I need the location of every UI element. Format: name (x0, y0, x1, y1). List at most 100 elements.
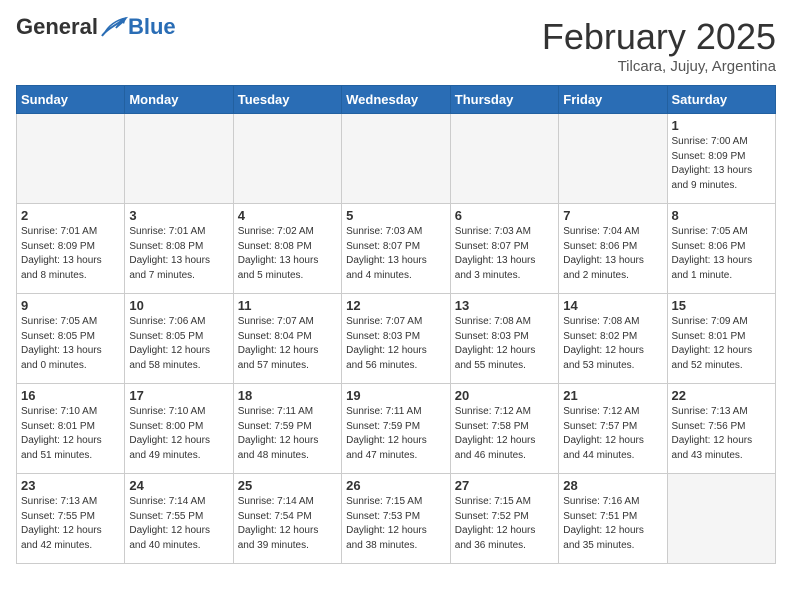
calendar-day-cell: 8 Sunrise: 7:05 AM Sunset: 8:06 PM Daylig… (667, 204, 775, 294)
calendar-day-cell: 26Sunrise: 7:15 AM Sunset: 7:53 PM Dayli… (342, 474, 451, 564)
calendar-day-cell: 14 Sunrise: 7:08 AM Sunset: 8:02 PM Dayli… (559, 294, 667, 384)
day-info: Sunrise: 7:13 AM Sunset: 7:55 PM Dayligh… (21, 495, 120, 553)
weekday-header-tuesday: Tuesday (233, 86, 341, 114)
logo-blue: Blue (128, 16, 176, 38)
day-number: 21 (563, 388, 662, 403)
calendar-day-cell: 4 Sunrise: 7:02 AM Sunset: 8:08 PM Daylig… (233, 204, 341, 294)
calendar-day-cell: 15 Sunrise: 7:09 AM Sunset: 8:01 PM Dayli… (667, 294, 775, 384)
weekday-header-sunday: Sunday (17, 86, 125, 114)
day-number: 3 (129, 208, 228, 223)
day-number: 28 (563, 478, 662, 493)
day-number: 19 (346, 388, 446, 403)
day-info: Sunrise: 7:13 AM Sunset: 7:56 PM Dayligh… (672, 405, 771, 463)
day-number: 13 (455, 298, 554, 313)
calendar-day-cell: 7 Sunrise: 7:04 AM Sunset: 8:06 PM Daylig… (559, 204, 667, 294)
weekday-header-friday: Friday (559, 86, 667, 114)
day-info: Sunrise: 7:15 AM Sunset: 7:52 PM Dayligh… (455, 495, 554, 553)
calendar-day-cell: 10Sunrise: 7:06 AM Sunset: 8:05 PM Dayli… (125, 294, 233, 384)
page-header: General Blue February 2025 Tilcara, Juju… (16, 16, 776, 75)
logo-general: General (16, 16, 98, 38)
day-info: Sunrise: 7:14 AM Sunset: 7:55 PM Dayligh… (129, 495, 228, 553)
calendar-day-cell (342, 114, 451, 204)
calendar-day-cell: 5Sunrise: 7:03 AM Sunset: 8:07 PM Daylig… (342, 204, 451, 294)
day-info: Sunrise: 7:08 AM Sunset: 8:03 PM Dayligh… (455, 315, 554, 373)
day-info: Sunrise: 7:01 AM Sunset: 8:09 PM Dayligh… (21, 225, 120, 283)
calendar-day-cell: 9 Sunrise: 7:05 AM Sunset: 8:05 PM Daylig… (17, 294, 125, 384)
calendar-week-row: 2 Sunrise: 7:01 AM Sunset: 8:09 PM Daylig… (17, 204, 776, 294)
day-number: 8 (672, 208, 771, 223)
calendar-day-cell: 19 Sunrise: 7:11 AM Sunset: 7:59 PM Dayli… (342, 384, 451, 474)
day-number: 15 (672, 298, 771, 313)
day-number: 14 (563, 298, 662, 313)
day-info: Sunrise: 7:10 AM Sunset: 8:01 PM Dayligh… (21, 405, 120, 463)
calendar-day-cell: 27 Sunrise: 7:15 AM Sunset: 7:52 PM Dayli… (450, 474, 558, 564)
day-info: Sunrise: 7:05 AM Sunset: 8:06 PM Dayligh… (672, 225, 771, 283)
calendar-day-cell: 23 Sunrise: 7:13 AM Sunset: 7:55 PM Dayli… (17, 474, 125, 564)
logo: General Blue (16, 16, 176, 38)
day-info: Sunrise: 7:00 AM Sunset: 8:09 PM Dayligh… (672, 135, 771, 193)
calendar-day-cell: 2 Sunrise: 7:01 AM Sunset: 8:09 PM Daylig… (17, 204, 125, 294)
calendar-table: SundayMondayTuesdayWednesdayThursdayFrid… (16, 85, 776, 564)
day-info: Sunrise: 7:11 AM Sunset: 7:59 PM Dayligh… (238, 405, 337, 463)
calendar-day-cell (17, 114, 125, 204)
day-info: Sunrise: 7:11 AM Sunset: 7:59 PM Dayligh… (346, 405, 446, 463)
day-info: Sunrise: 7:06 AM Sunset: 8:05 PM Dayligh… (129, 315, 228, 373)
calendar-day-cell: 12 Sunrise: 7:07 AM Sunset: 8:03 PM Dayli… (342, 294, 451, 384)
day-number: 7 (563, 208, 662, 223)
calendar-day-cell: 21 Sunrise: 7:12 AM Sunset: 7:57 PM Dayli… (559, 384, 667, 474)
calendar-day-cell: 22 Sunrise: 7:13 AM Sunset: 7:56 PM Dayli… (667, 384, 775, 474)
calendar-week-row: 16 Sunrise: 7:10 AM Sunset: 8:01 PM Dayli… (17, 384, 776, 474)
calendar-day-cell (450, 114, 558, 204)
calendar-day-cell (233, 114, 341, 204)
day-number: 2 (21, 208, 120, 223)
day-number: 18 (238, 388, 337, 403)
day-info: Sunrise: 7:01 AM Sunset: 8:08 PM Dayligh… (129, 225, 228, 283)
calendar-day-cell: 17Sunrise: 7:10 AM Sunset: 8:00 PM Dayli… (125, 384, 233, 474)
day-info: Sunrise: 7:16 AM Sunset: 7:51 PM Dayligh… (563, 495, 662, 553)
logo-bird-icon (100, 16, 128, 38)
calendar-day-cell: 6Sunrise: 7:03 AM Sunset: 8:07 PM Daylig… (450, 204, 558, 294)
calendar-week-row: 1 Sunrise: 7:00 AM Sunset: 8:09 PM Daylig… (17, 114, 776, 204)
day-number: 17 (129, 388, 228, 403)
day-info: Sunrise: 7:12 AM Sunset: 7:57 PM Dayligh… (563, 405, 662, 463)
day-info: Sunrise: 7:08 AM Sunset: 8:02 PM Dayligh… (563, 315, 662, 373)
day-info: Sunrise: 7:15 AM Sunset: 7:53 PM Dayligh… (346, 495, 446, 553)
day-number: 4 (238, 208, 337, 223)
calendar-day-cell: 25 Sunrise: 7:14 AM Sunset: 7:54 PM Dayli… (233, 474, 341, 564)
day-info: Sunrise: 7:09 AM Sunset: 8:01 PM Dayligh… (672, 315, 771, 373)
day-number: 9 (21, 298, 120, 313)
calendar-day-cell: 1 Sunrise: 7:00 AM Sunset: 8:09 PM Daylig… (667, 114, 775, 204)
calendar-week-row: 9 Sunrise: 7:05 AM Sunset: 8:05 PM Daylig… (17, 294, 776, 384)
day-number: 16 (21, 388, 120, 403)
day-number: 24 (129, 478, 228, 493)
day-number: 22 (672, 388, 771, 403)
weekday-header-saturday: Saturday (667, 86, 775, 114)
day-number: 25 (238, 478, 337, 493)
day-info: Sunrise: 7:03 AM Sunset: 8:07 PM Dayligh… (455, 225, 554, 283)
day-number: 1 (672, 118, 771, 133)
day-info: Sunrise: 7:07 AM Sunset: 8:03 PM Dayligh… (346, 315, 446, 373)
location-title: Tilcara, Jujuy, Argentina (542, 58, 776, 75)
calendar-day-cell (125, 114, 233, 204)
day-info: Sunrise: 7:12 AM Sunset: 7:58 PM Dayligh… (455, 405, 554, 463)
day-number: 23 (21, 478, 120, 493)
calendar-day-cell (559, 114, 667, 204)
weekday-header-wednesday: Wednesday (342, 86, 451, 114)
calendar-day-cell: 18 Sunrise: 7:11 AM Sunset: 7:59 PM Dayli… (233, 384, 341, 474)
calendar-day-cell: 3 Sunrise: 7:01 AM Sunset: 8:08 PM Daylig… (125, 204, 233, 294)
calendar-day-cell (667, 474, 775, 564)
month-title: February 2025 (542, 16, 776, 58)
day-number: 12 (346, 298, 446, 313)
calendar-day-cell: 13 Sunrise: 7:08 AM Sunset: 8:03 PM Dayli… (450, 294, 558, 384)
calendar-week-row: 23 Sunrise: 7:13 AM Sunset: 7:55 PM Dayli… (17, 474, 776, 564)
calendar-day-cell: 24 Sunrise: 7:14 AM Sunset: 7:55 PM Dayli… (125, 474, 233, 564)
day-number: 27 (455, 478, 554, 493)
day-info: Sunrise: 7:05 AM Sunset: 8:05 PM Dayligh… (21, 315, 120, 373)
calendar-day-cell: 20 Sunrise: 7:12 AM Sunset: 7:58 PM Dayli… (450, 384, 558, 474)
calendar-day-cell: 28 Sunrise: 7:16 AM Sunset: 7:51 PM Dayli… (559, 474, 667, 564)
day-number: 20 (455, 388, 554, 403)
day-info: Sunrise: 7:04 AM Sunset: 8:06 PM Dayligh… (563, 225, 662, 283)
day-info: Sunrise: 7:14 AM Sunset: 7:54 PM Dayligh… (238, 495, 337, 553)
day-number: 11 (238, 298, 337, 313)
day-info: Sunrise: 7:02 AM Sunset: 8:08 PM Dayligh… (238, 225, 337, 283)
